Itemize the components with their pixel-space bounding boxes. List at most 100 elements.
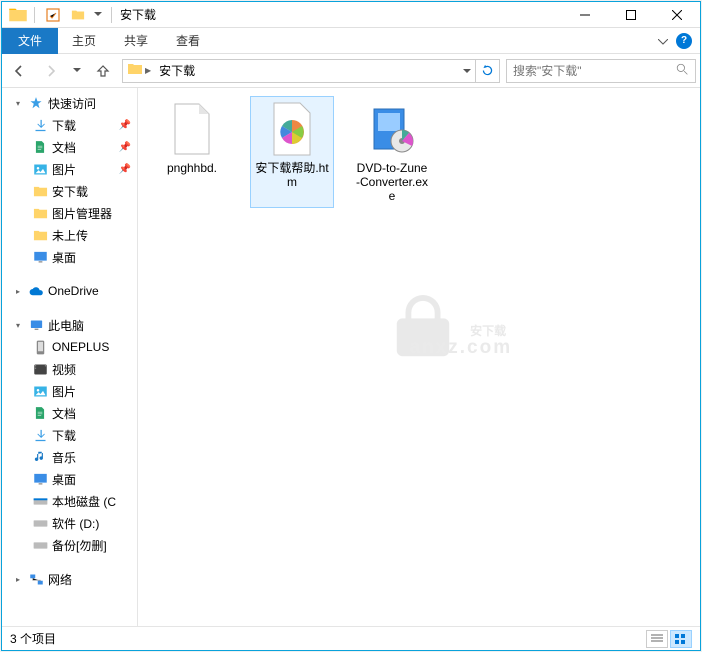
sidebar-item[interactable]: 音乐	[2, 446, 137, 468]
file-label: 安下载帮助.htm	[255, 161, 329, 189]
sidebar-item-label: 音乐	[52, 449, 76, 466]
desktop-icon	[32, 249, 48, 265]
file-list[interactable]: 安下载 anxz.com pnghhbd. 安下载帮助.htm DVD-to-Zun…	[138, 88, 700, 626]
tab-share[interactable]: 共享	[110, 28, 162, 54]
cloud-icon	[28, 283, 44, 299]
sidebar-item-label: 下载	[52, 117, 76, 134]
file-label: pnghhbd.	[167, 161, 217, 175]
chevron-right-icon[interactable]: ▶	[145, 66, 151, 75]
document-icon	[32, 405, 48, 421]
star-icon	[28, 95, 44, 111]
search-icon	[676, 63, 689, 79]
sidebar-item-label: 本地磁盘 (C	[52, 493, 116, 510]
qat-properties[interactable]	[42, 4, 64, 26]
folder-icon	[127, 61, 143, 80]
quick-access[interactable]: ▾ 快速访问	[2, 92, 137, 114]
qat-newfolder[interactable]	[67, 4, 89, 26]
ribbon: 文件 主页 共享 查看 ?	[2, 28, 700, 54]
sidebar-item-label: 图片	[52, 161, 76, 178]
sidebar-item[interactable]: 软件 (D:)	[2, 512, 137, 534]
sidebar-item-label: 图片	[52, 383, 76, 400]
sidebar-item[interactable]: 下载	[2, 424, 137, 446]
file-item[interactable]: pnghhbd.	[150, 96, 234, 208]
sidebar-item[interactable]: 本地磁盘 (C	[2, 490, 137, 512]
sidebar-item[interactable]: 备份[勿删]	[2, 534, 137, 556]
up-button[interactable]	[90, 58, 116, 84]
sidebar-item-label: 图片管理器	[52, 205, 112, 222]
view-icons-button[interactable]	[670, 630, 692, 648]
sidebar-item-label: ONEPLUS	[52, 340, 109, 354]
window-title: 安下载	[120, 6, 156, 23]
sidebar-item-label: 网络	[48, 571, 72, 588]
sidebar-item[interactable]: 桌面	[2, 246, 137, 268]
watermark: 安下载 anxz.com	[388, 295, 506, 365]
tab-home[interactable]: 主页	[58, 28, 110, 54]
expand-ribbon-icon[interactable]	[658, 34, 668, 48]
sidebar-item[interactable]: 下载 📌	[2, 114, 137, 136]
refresh-button[interactable]	[476, 59, 500, 83]
sidebar-item-label: 下载	[52, 427, 76, 444]
drive-icon	[32, 537, 48, 553]
sidebar-item[interactable]: 桌面	[2, 468, 137, 490]
chevron-right-icon[interactable]: ▸	[16, 575, 24, 584]
download-icon	[32, 427, 48, 443]
search-box[interactable]	[506, 59, 696, 83]
navbar: ▶ 安下载	[2, 54, 700, 88]
sidebar-item-label: 文档	[52, 139, 76, 156]
view-details-button[interactable]	[646, 630, 668, 648]
pin-icon: 📌	[119, 120, 131, 131]
network-icon	[28, 571, 44, 587]
file-item[interactable]: DVD-to-Zune-Converter.exe	[350, 96, 434, 208]
divider	[34, 7, 35, 23]
folder-icon	[32, 227, 48, 243]
maximize-button[interactable]	[608, 2, 654, 28]
file-icon	[368, 101, 416, 157]
sidebar-item[interactable]: ONEPLUS	[2, 336, 137, 358]
address-dropdown-icon[interactable]	[463, 64, 471, 78]
sidebar-item[interactable]: 图片 📌	[2, 158, 137, 180]
folder-icon	[32, 183, 48, 199]
help-icon[interactable]: ?	[676, 33, 692, 49]
sidebar-item[interactable]: 文档 📌	[2, 136, 137, 158]
this-pc[interactable]: ▾ 此电脑	[2, 314, 137, 336]
address-bar[interactable]: ▶ 安下载	[122, 59, 476, 83]
close-button[interactable]	[654, 2, 700, 28]
sidebar-item-label: 桌面	[52, 471, 76, 488]
sidebar-item[interactable]: 文档	[2, 402, 137, 424]
picture-icon	[32, 383, 48, 399]
file-label: DVD-to-Zune-Converter.exe	[355, 161, 429, 203]
sidebar-item-label: 未上传	[52, 227, 88, 244]
breadcrumb-segment[interactable]: 安下载	[153, 62, 201, 79]
recent-dropdown-icon[interactable]	[70, 58, 84, 84]
file-tab[interactable]: 文件	[2, 28, 58, 54]
file-item[interactable]: 安下载帮助.htm	[250, 96, 334, 208]
back-button[interactable]	[6, 58, 32, 84]
pc-icon	[28, 317, 44, 333]
chevron-down-icon[interactable]: ▾	[16, 99, 24, 108]
desktop-icon	[32, 471, 48, 487]
sidebar-item-label: 备份[勿删]	[52, 537, 107, 554]
search-input[interactable]	[513, 64, 676, 78]
pin-icon: 📌	[119, 142, 131, 153]
sidebar-item[interactable]: 图片	[2, 380, 137, 402]
onedrive[interactable]: ▸ OneDrive	[2, 280, 137, 302]
status-bar: 3 个项目	[2, 626, 700, 650]
minimize-button[interactable]	[562, 2, 608, 28]
network[interactable]: ▸ 网络	[2, 568, 137, 590]
sidebar-item-label: 文档	[52, 405, 76, 422]
qat-dropdown-icon[interactable]	[92, 4, 104, 26]
pin-icon: 📌	[119, 164, 131, 175]
sidebar-item[interactable]: 视频	[2, 358, 137, 380]
sidebar-item-label: 桌面	[52, 249, 76, 266]
forward-button[interactable]	[38, 58, 64, 84]
drive-icon	[32, 515, 48, 531]
picture-icon	[32, 161, 48, 177]
sidebar-item[interactable]: 安下载	[2, 180, 137, 202]
sidebar-item[interactable]: 图片管理器	[2, 202, 137, 224]
tab-view[interactable]: 查看	[162, 28, 214, 54]
navigation-pane[interactable]: ▾ 快速访问 下载 📌 文档 📌 图片 📌 安下载图片管理器未上传桌面 ▸ OneDrive…	[2, 88, 138, 626]
video-icon	[32, 361, 48, 377]
sidebar-item[interactable]: 未上传	[2, 224, 137, 246]
chevron-right-icon[interactable]: ▸	[16, 287, 24, 296]
chevron-down-icon[interactable]: ▾	[16, 321, 24, 330]
